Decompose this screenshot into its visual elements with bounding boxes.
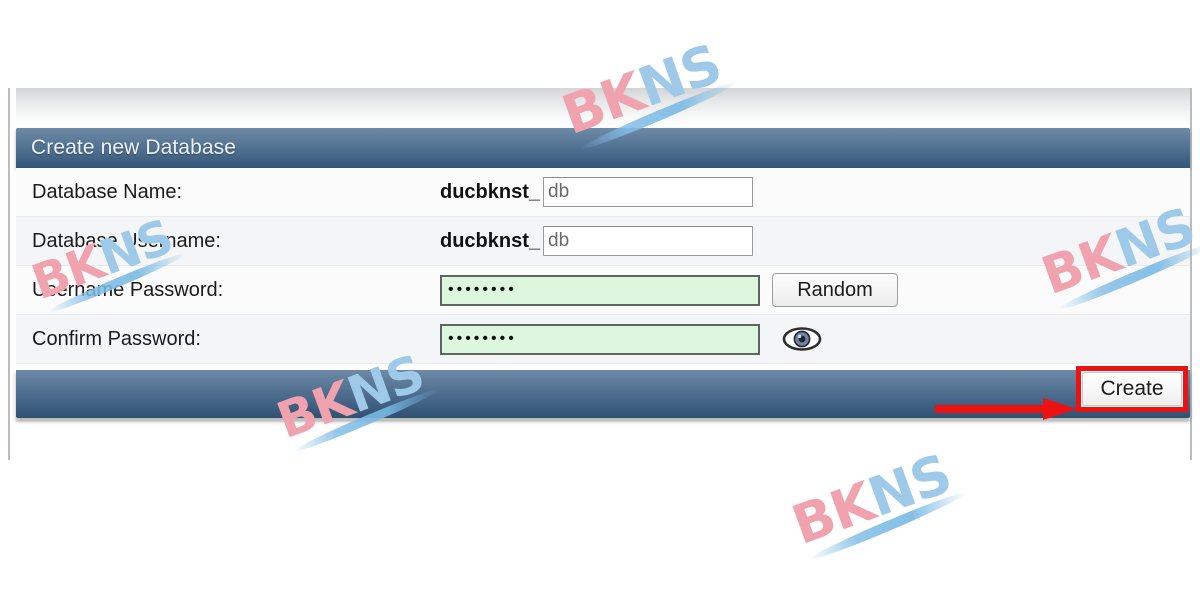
label-database-username: Database Username:: [32, 229, 221, 252]
label-database-name: Database Name:: [32, 180, 183, 203]
create-button-highlight: Create: [1076, 366, 1188, 412]
row-confirm-password: Confirm Password:: [16, 315, 1190, 364]
panel-top-strip: [16, 88, 1190, 126]
confirm-password-input[interactable]: [440, 323, 760, 355]
section-header: Create new Database: [16, 128, 1190, 168]
watermark-swoosh: [807, 487, 969, 564]
field-database-username: ducbknst_: [440, 226, 1190, 256]
page-title: Create new Database: [31, 136, 237, 159]
database-name-input[interactable]: [543, 177, 754, 207]
random-password-button[interactable]: Random: [772, 273, 898, 307]
watermark-text-bk: BK: [784, 470, 882, 557]
row-database-name: Database Name: ducbknst_: [16, 168, 1190, 217]
create-button[interactable]: Create: [1082, 372, 1182, 406]
label-confirm-password: Confirm Password:: [32, 327, 201, 350]
eye-icon[interactable]: [782, 326, 822, 352]
label-username-password: Username Password:: [32, 278, 224, 301]
field-confirm-password: [440, 323, 1190, 355]
right-arrow-icon: [935, 398, 1077, 420]
username-password-input[interactable]: [440, 274, 760, 306]
database-username-prefix: ducbknst_: [440, 229, 541, 252]
row-database-username: Database Username: ducbknst_: [16, 217, 1190, 266]
field-database-name: ducbknst_: [440, 177, 1190, 207]
database-username-input[interactable]: [543, 226, 754, 256]
database-name-prefix: ducbknst_: [440, 180, 541, 203]
panel-bottom-shadow: [16, 420, 1190, 423]
row-username-password: Username Password: Random: [16, 266, 1190, 315]
database-form: Database Name: ducbknst_ Database Userna…: [16, 168, 1190, 364]
field-username-password: Random: [440, 273, 1190, 307]
